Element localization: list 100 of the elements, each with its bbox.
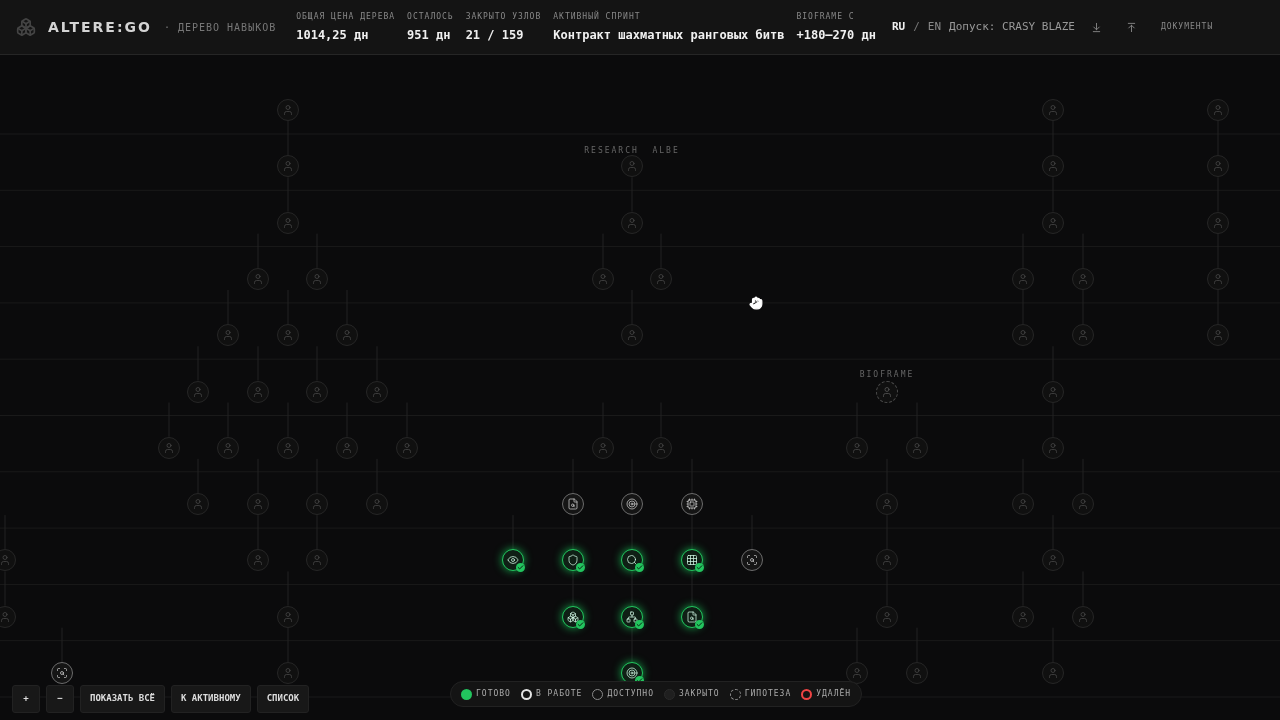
toolbar-button[interactable]: + — [12, 685, 40, 713]
person-icon — [282, 216, 294, 229]
skill-node[interactable] — [1207, 211, 1229, 234]
person-icon — [401, 441, 413, 454]
skill-node[interactable] — [906, 436, 928, 459]
skill-node[interactable] — [396, 436, 418, 459]
skill-node[interactable] — [306, 267, 328, 290]
skill-node[interactable] — [247, 549, 269, 572]
upload-icon[interactable] — [1125, 21, 1137, 33]
skill-node[interactable] — [187, 380, 209, 403]
skill-node[interactable] — [51, 662, 73, 684]
skill-node[interactable] — [1042, 436, 1064, 459]
skill-node[interactable] — [277, 436, 299, 459]
skill-node[interactable] — [277, 605, 299, 628]
skill-node[interactable] — [681, 493, 703, 516]
skill-node[interactable] — [1042, 380, 1064, 403]
skill-node[interactable] — [187, 493, 209, 516]
skill-node[interactable] — [1042, 99, 1064, 121]
skill-node[interactable] — [592, 436, 614, 459]
skill-node[interactable] — [1042, 662, 1064, 684]
skill-node[interactable] — [366, 380, 388, 403]
target-icon — [626, 498, 638, 511]
skill-node[interactable] — [1072, 324, 1094, 347]
skill-node[interactable] — [681, 549, 703, 572]
person-icon — [1047, 104, 1059, 116]
skill-node[interactable] — [1072, 267, 1094, 290]
legend-label: ЗАКРЫТО — [678, 688, 720, 700]
skill-node[interactable] — [1207, 267, 1229, 290]
toolbar-button[interactable]: − — [46, 685, 74, 713]
documents-link[interactable]: ДОКУМЕНТЫ — [1160, 21, 1214, 33]
skill-node[interactable] — [1207, 324, 1229, 347]
skill-node[interactable] — [1207, 155, 1229, 178]
skill-node[interactable] — [336, 324, 358, 347]
skill-node[interactable] — [906, 662, 928, 684]
person-icon — [1077, 498, 1089, 511]
skill-node[interactable] — [1042, 549, 1064, 572]
skill-node[interactable] — [621, 605, 643, 628]
skill-node[interactable] — [336, 436, 358, 459]
skill-node[interactable] — [621, 211, 643, 234]
skill-node[interactable] — [277, 99, 299, 121]
stat-label: ЗАКРЫТО УЗЛОВ — [465, 10, 542, 23]
skill-node[interactable] — [306, 493, 328, 516]
skill-node[interactable] — [1012, 267, 1034, 290]
skill-node[interactable] — [0, 605, 16, 628]
skill-node[interactable] — [621, 549, 643, 572]
skill-node[interactable] — [562, 605, 584, 628]
skill-node[interactable] — [158, 436, 180, 459]
skill-node[interactable] — [621, 493, 643, 516]
shield-icon — [567, 554, 579, 567]
person-icon — [626, 216, 638, 229]
person-icon — [311, 385, 323, 398]
skill-node[interactable] — [1072, 493, 1094, 516]
skill-node[interactable] — [1207, 99, 1229, 121]
skill-node[interactable] — [621, 155, 643, 178]
skill-node[interactable] — [217, 324, 239, 347]
skill-node[interactable] — [1042, 211, 1064, 234]
skill-node[interactable] — [217, 436, 239, 459]
skill-node[interactable] — [681, 605, 703, 628]
skill-node[interactable] — [306, 549, 328, 572]
skill-node[interactable] — [650, 436, 672, 459]
skill-node[interactable] — [846, 662, 868, 684]
skill-node[interactable] — [247, 493, 269, 516]
skill-node[interactable] — [277, 324, 299, 347]
person-icon — [626, 329, 638, 342]
toolbar-button[interactable]: ПОКАЗАТЬ ВСЁ — [80, 685, 166, 713]
download-icon[interactable] — [1090, 21, 1102, 33]
skill-node[interactable] — [621, 324, 643, 347]
legend-label: ГИПОТЕЗА — [744, 688, 792, 700]
skill-node[interactable] — [876, 549, 898, 572]
skill-node[interactable] — [1012, 324, 1034, 347]
toolbar-button[interactable]: СПИСОК — [256, 685, 310, 713]
skill-node[interactable] — [562, 493, 584, 516]
language-toggle[interactable]: EN — [927, 18, 942, 36]
skill-node[interactable] — [502, 549, 524, 572]
skill-node[interactable] — [741, 549, 763, 572]
skill-node[interactable] — [247, 380, 269, 403]
toolbar-button[interactable]: К АКТИВНОМУ — [171, 685, 251, 713]
skill-node[interactable] — [366, 493, 388, 516]
skill-node[interactable] — [846, 436, 868, 459]
skill-node[interactable] — [247, 267, 269, 290]
person-icon — [1212, 329, 1224, 342]
skill-node[interactable] — [1042, 155, 1064, 178]
skill-node[interactable] — [592, 267, 614, 290]
skill-node[interactable] — [1012, 493, 1034, 516]
skill-node[interactable] — [1072, 605, 1094, 628]
scan-icon — [746, 554, 758, 567]
skill-node[interactable] — [650, 267, 672, 290]
skill-node[interactable] — [306, 380, 328, 403]
skill-node[interactable] — [876, 605, 898, 628]
skill-node[interactable] — [876, 493, 898, 516]
skill-node[interactable] — [0, 549, 16, 572]
skill-node[interactable] — [1012, 605, 1034, 628]
skill-node[interactable] — [277, 211, 299, 234]
skill-node[interactable] — [876, 380, 898, 403]
network-icon — [626, 610, 638, 623]
skill-node[interactable] — [562, 549, 584, 572]
skill-node[interactable] — [621, 662, 643, 684]
language-toggle[interactable]: RU — [891, 18, 906, 36]
skill-node[interactable] — [277, 155, 299, 178]
skill-node[interactable] — [277, 662, 299, 684]
